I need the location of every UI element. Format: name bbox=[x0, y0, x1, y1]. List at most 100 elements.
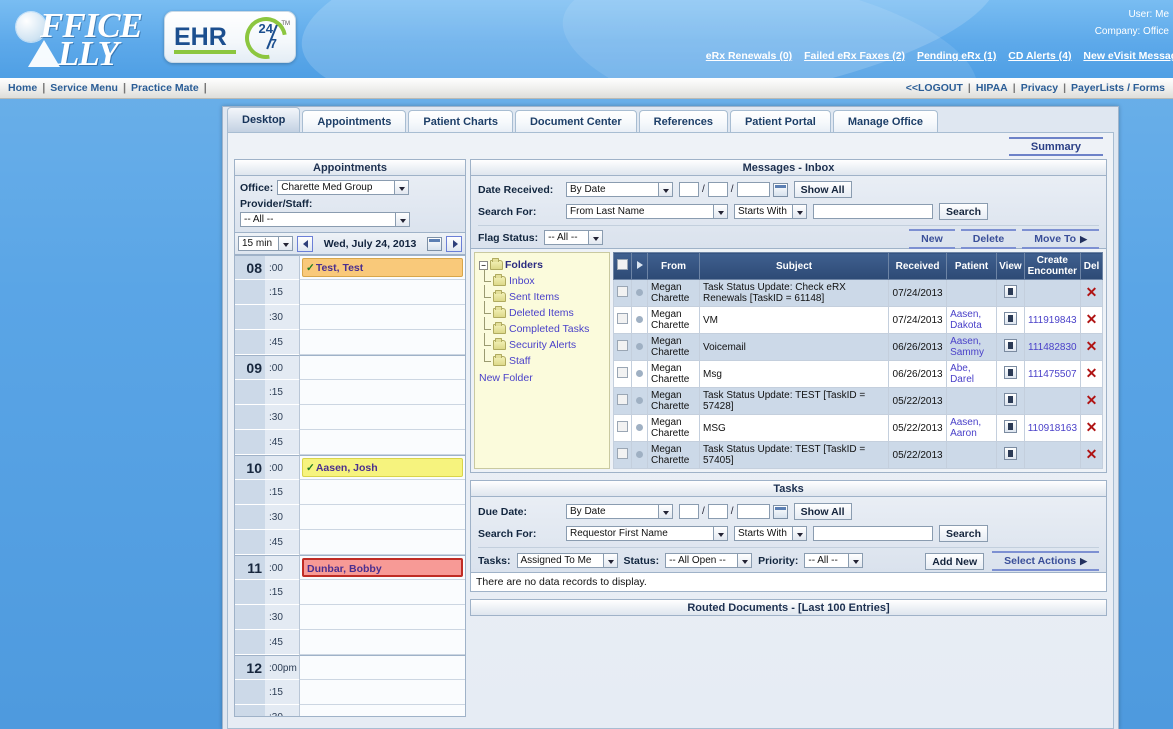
appointments-time-grid[interactable]: 08:00✓Test, Test:15:30:4509:00:15:30:451… bbox=[234, 255, 466, 717]
chevron-down-icon[interactable] bbox=[588, 230, 603, 245]
link-new-evisit-message[interactable]: New eVisit Message bbox=[1083, 50, 1173, 62]
nav-link-payerlists-forms[interactable]: PayerLists / Forms bbox=[1071, 82, 1165, 94]
cell-flag[interactable] bbox=[632, 415, 648, 442]
nav-link-privacy[interactable]: Privacy bbox=[1021, 82, 1058, 94]
column-delete[interactable]: Del bbox=[1081, 253, 1103, 280]
cell-flag[interactable] bbox=[632, 334, 648, 361]
slot-body[interactable] bbox=[299, 480, 465, 505]
view-message-button[interactable] bbox=[1004, 366, 1017, 379]
new-folder-link[interactable]: New Folder bbox=[479, 372, 605, 384]
previous-day-button[interactable] bbox=[297, 236, 313, 252]
folder-item-completed-tasks[interactable]: Completed Tasks bbox=[493, 323, 605, 335]
cell-select[interactable] bbox=[614, 442, 632, 469]
calendar-icon[interactable] bbox=[427, 237, 442, 251]
cell-select[interactable] bbox=[614, 280, 632, 307]
column-subject[interactable]: Subject bbox=[700, 253, 889, 280]
office-ally-logo[interactable]: FFICE LLY bbox=[10, 4, 158, 70]
view-message-button[interactable] bbox=[1004, 312, 1017, 325]
view-message-button[interactable] bbox=[1004, 393, 1017, 406]
delete-row-icon[interactable]: ✕ bbox=[1086, 365, 1098, 381]
nav-link-home[interactable]: Home bbox=[8, 82, 37, 94]
row-checkbox[interactable] bbox=[617, 340, 628, 351]
cell-delete[interactable]: ✕ bbox=[1081, 442, 1103, 469]
appointment-slot[interactable]: :30 bbox=[235, 705, 465, 717]
tab-manage-office[interactable]: Manage Office bbox=[833, 110, 938, 132]
slot-body[interactable] bbox=[299, 530, 465, 555]
link-failed-erx-faxes[interactable]: Failed eRx Faxes (2) bbox=[804, 50, 905, 62]
next-day-button[interactable] bbox=[446, 236, 462, 252]
slot-body[interactable] bbox=[299, 580, 465, 605]
table-row[interactable]: Megan CharetteMSG05/22/2013Aasen, Aaron1… bbox=[614, 415, 1103, 442]
view-message-button[interactable] bbox=[1004, 285, 1017, 298]
calendar-icon[interactable] bbox=[773, 183, 788, 197]
appointment-slot[interactable]: :30 bbox=[235, 505, 465, 530]
chevron-down-icon[interactable] bbox=[848, 553, 863, 568]
column-from[interactable]: From bbox=[648, 253, 700, 280]
table-row[interactable]: Megan CharetteTask Status Update: TEST [… bbox=[614, 388, 1103, 415]
tasks-assignment-select[interactable]: Assigned To Me bbox=[517, 553, 618, 568]
cell-flag[interactable] bbox=[632, 388, 648, 415]
folder-item-sent-items[interactable]: Sent Items bbox=[493, 291, 605, 303]
delete-row-icon[interactable]: ✕ bbox=[1086, 392, 1098, 408]
appointment-slot[interactable]: 11:00Dunbar, Bobby bbox=[235, 555, 465, 580]
row-checkbox[interactable] bbox=[617, 448, 628, 459]
tasks-date-month-input[interactable] bbox=[679, 504, 699, 519]
tasks-show-all-button[interactable]: Show All bbox=[794, 503, 852, 520]
cell-patient-text[interactable]: Aasen, Sammy bbox=[950, 336, 984, 358]
folder-item-inbox[interactable]: Inbox bbox=[493, 275, 605, 287]
column-patient[interactable]: Patient bbox=[947, 253, 997, 280]
chevron-down-icon[interactable] bbox=[792, 526, 807, 541]
delete-row-icon[interactable]: ✕ bbox=[1086, 284, 1098, 300]
flag-status-icon[interactable] bbox=[636, 343, 643, 350]
chevron-down-icon[interactable] bbox=[278, 236, 293, 251]
cell-create-encounter-text[interactable]: 111482830 bbox=[1028, 342, 1077, 353]
date-day-input[interactable] bbox=[708, 182, 728, 197]
column-create-encounter[interactable]: Create Encounter bbox=[1024, 253, 1080, 280]
column-flag[interactable] bbox=[632, 253, 648, 280]
cell-view[interactable] bbox=[997, 388, 1025, 415]
cell-delete[interactable]: ✕ bbox=[1081, 307, 1103, 334]
appointment-slot[interactable]: :45 bbox=[235, 430, 465, 455]
cell-view[interactable] bbox=[997, 334, 1025, 361]
flag-status-icon[interactable] bbox=[636, 424, 643, 431]
slot-body[interactable] bbox=[299, 655, 465, 680]
tasks-search-field-select[interactable]: Requestor First Name bbox=[566, 526, 728, 541]
slot-body[interactable] bbox=[299, 380, 465, 405]
cell-select[interactable] bbox=[614, 415, 632, 442]
due-date-mode-select[interactable]: By Date bbox=[566, 504, 673, 519]
cell-view[interactable] bbox=[997, 415, 1025, 442]
appointment-slot[interactable]: :15 bbox=[235, 280, 465, 305]
new-message-button[interactable]: New bbox=[909, 229, 955, 249]
chevron-down-icon[interactable] bbox=[792, 204, 807, 219]
slot-body[interactable] bbox=[299, 280, 465, 305]
folders-tree-root[interactable]: − Folders bbox=[479, 259, 605, 271]
summary-link[interactable]: Summary bbox=[1009, 137, 1103, 156]
move-to-button[interactable]: Move To▶ bbox=[1022, 229, 1099, 249]
cell-delete[interactable]: ✕ bbox=[1081, 415, 1103, 442]
delete-row-icon[interactable]: ✕ bbox=[1086, 446, 1098, 462]
appointment-slot[interactable]: :45 bbox=[235, 330, 465, 355]
slot-body[interactable] bbox=[299, 305, 465, 330]
messages-search-button[interactable]: Search bbox=[939, 203, 988, 220]
cell-patient-text[interactable]: Abe, Darel bbox=[950, 363, 974, 385]
appointment-slot[interactable]: :45 bbox=[235, 630, 465, 655]
cell-create-encounter-text[interactable]: 110918163 bbox=[1028, 423, 1077, 434]
appointment-slot[interactable]: :30 bbox=[235, 305, 465, 330]
table-row[interactable]: Megan CharetteTask Status Update: TEST [… bbox=[614, 442, 1103, 469]
cell-view[interactable] bbox=[997, 361, 1025, 388]
appointment-slot[interactable]: :30 bbox=[235, 605, 465, 630]
chevron-down-icon[interactable] bbox=[713, 204, 728, 219]
row-checkbox[interactable] bbox=[617, 313, 628, 324]
select-actions-button[interactable]: Select Actions▶ bbox=[992, 551, 1099, 571]
slot-body[interactable] bbox=[299, 430, 465, 455]
flag-status-icon[interactable] bbox=[636, 397, 643, 404]
folder-item-security-alerts[interactable]: Security Alerts bbox=[493, 339, 605, 351]
link-cd-alerts[interactable]: CD Alerts (4) bbox=[1008, 50, 1071, 62]
interval-select[interactable]: 15 min bbox=[238, 236, 293, 251]
nav-link-service-menu[interactable]: Service Menu bbox=[50, 82, 118, 94]
date-year-input[interactable] bbox=[737, 182, 770, 197]
tasks-search-operator-select[interactable]: Starts With bbox=[734, 526, 807, 541]
flag-status-select[interactable]: -- All -- bbox=[544, 230, 603, 245]
cell-view[interactable] bbox=[997, 442, 1025, 469]
table-row[interactable]: Megan CharetteVM07/24/2013Aasen, Dakota1… bbox=[614, 307, 1103, 334]
